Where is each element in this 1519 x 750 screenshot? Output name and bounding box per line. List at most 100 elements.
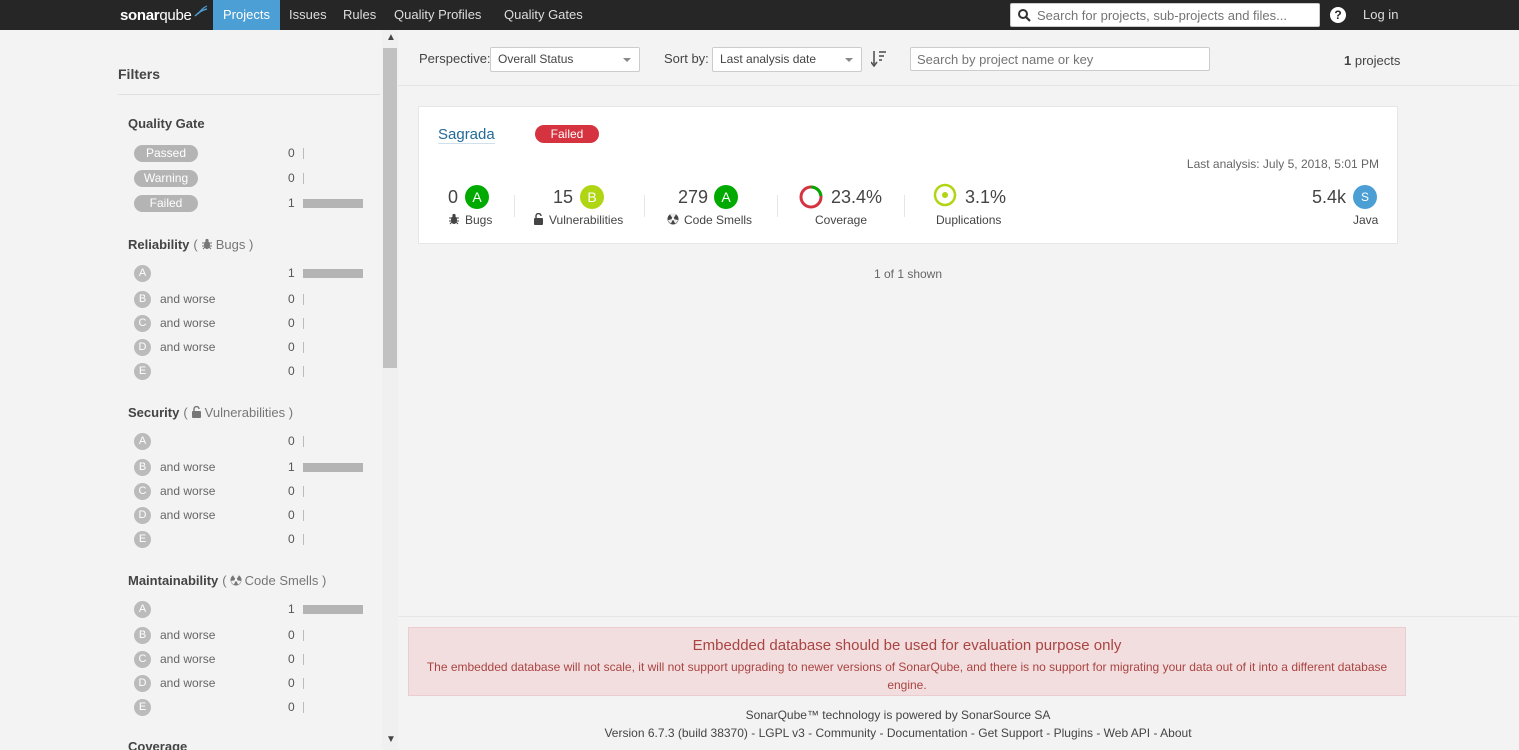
sort-select[interactable]: Last analysis date bbox=[712, 47, 862, 72]
footer-link-support[interactable]: Get Support bbox=[978, 726, 1043, 740]
rating-suffix: and worse bbox=[160, 628, 216, 642]
facet-row-warning[interactable]: Warning 0 bbox=[128, 170, 368, 188]
facet-bar bbox=[303, 199, 363, 208]
login-link[interactable]: Log in bbox=[1363, 0, 1398, 30]
code-smells-measure[interactable]: 279 A Code Smells bbox=[667, 185, 767, 229]
duplications-measure[interactable]: 3.1% Duplications bbox=[933, 183, 1033, 229]
facet-quality-gate-title[interactable]: Quality Gate bbox=[128, 116, 205, 131]
vulnerabilities-value: 15 bbox=[553, 187, 574, 207]
facet-row-rating[interactable]: D and worse 0 bbox=[128, 507, 368, 525]
help-icon[interactable]: ? bbox=[1330, 7, 1346, 23]
bugs-rating: A bbox=[465, 185, 489, 209]
facet-row-rating[interactable]: A 0 bbox=[128, 433, 368, 451]
facet-count: 0 bbox=[288, 364, 295, 378]
facet-subtitle-text: Vulnerabilities bbox=[204, 405, 286, 420]
rating-badge: E bbox=[134, 363, 151, 380]
facet-row-rating[interactable]: A 1 bbox=[128, 265, 368, 283]
facet-coverage-title[interactable]: Coverage bbox=[128, 739, 187, 750]
facet-row-rating[interactable]: E 0 bbox=[128, 699, 368, 717]
global-search-box[interactable] bbox=[1010, 3, 1320, 27]
vulnerabilities-measure[interactable]: 15 B Vulnerabilities bbox=[533, 185, 633, 229]
nav-projects[interactable]: Projects bbox=[213, 0, 280, 30]
facet-bar bbox=[303, 654, 304, 665]
rating-badge: B bbox=[134, 459, 151, 476]
facet-reliability-title[interactable]: Reliability(Bugs ) bbox=[128, 237, 253, 252]
sonarsource-link[interactable]: SonarSource SA bbox=[961, 708, 1050, 722]
facet-row-rating[interactable]: B and worse 0 bbox=[128, 627, 368, 645]
facet-bar bbox=[303, 678, 304, 689]
global-search-input[interactable] bbox=[1037, 4, 1317, 26]
sidebar-scrollbar[interactable]: ▲ ▼ bbox=[382, 30, 398, 750]
facet-row-rating[interactable]: B and worse 1 bbox=[128, 459, 368, 477]
divider bbox=[777, 195, 778, 217]
facet-bar bbox=[303, 148, 304, 159]
rating-suffix: and worse bbox=[160, 652, 216, 666]
footer-powered-by: SonarQube™ technology is powered by Sona… bbox=[398, 708, 1398, 722]
footer-link-documentation[interactable]: Documentation bbox=[887, 726, 968, 740]
footer-links: Version 6.7.3 (build 38370) - LGPL v3 - … bbox=[604, 726, 1192, 740]
lock-icon bbox=[534, 213, 543, 225]
scrollbar-thumb[interactable] bbox=[383, 48, 397, 368]
footer-link-about[interactable]: About bbox=[1160, 726, 1191, 740]
rating-suffix: and worse bbox=[160, 484, 216, 498]
rating-suffix: and worse bbox=[160, 340, 216, 354]
facet-maintainability-title[interactable]: Maintainability(Code Smells ) bbox=[128, 573, 326, 588]
nav-issues[interactable]: Issues bbox=[279, 0, 337, 30]
vulnerabilities-rating: B bbox=[580, 185, 604, 209]
footer-link-web-api[interactable]: Web API bbox=[1104, 726, 1150, 740]
facet-row-rating[interactable]: C and worse 0 bbox=[128, 315, 368, 333]
projects-toolbar: Perspective: Overall Status Sort by: Las… bbox=[398, 30, 1519, 86]
project-name-link[interactable]: Sagrada bbox=[438, 126, 495, 144]
facet-row-rating[interactable]: C and worse 0 bbox=[128, 651, 368, 669]
scroll-up-arrow-icon[interactable]: ▲ bbox=[386, 32, 396, 43]
scroll-down-arrow-icon[interactable]: ▼ bbox=[386, 734, 396, 745]
rating-badge: D bbox=[134, 675, 151, 692]
facet-row-rating[interactable]: C and worse 0 bbox=[128, 483, 368, 501]
facet-title-text: Maintainability bbox=[128, 573, 219, 588]
rating-badge: B bbox=[134, 627, 151, 644]
nav-quality-gates[interactable]: Quality Gates bbox=[494, 0, 593, 30]
facet-row-rating[interactable]: E 0 bbox=[128, 531, 368, 549]
facet-row-rating[interactable]: E 0 bbox=[128, 363, 368, 381]
facet-bar bbox=[303, 294, 304, 305]
rating-badge: E bbox=[134, 531, 151, 548]
bug-icon bbox=[201, 238, 212, 250]
facet-security-title[interactable]: Security(Vulnerabilities ) bbox=[128, 405, 293, 420]
code-smell-icon bbox=[230, 574, 242, 586]
footer-link-plugins[interactable]: Plugins bbox=[1054, 726, 1093, 740]
rating-badge: E bbox=[134, 699, 151, 716]
coverage-label: Coverage bbox=[815, 213, 868, 227]
facet-count: 0 bbox=[288, 652, 295, 666]
chevron-down-icon bbox=[623, 58, 631, 62]
size-measure[interactable]: 5.4k S Java bbox=[1299, 185, 1389, 229]
quality-gate-badge: Failed bbox=[535, 125, 599, 143]
facet-count: 0 bbox=[288, 340, 295, 354]
facet-row-passed[interactable]: Passed 0 bbox=[128, 145, 368, 163]
footer-version: Version 6.7.3 (build 38370) bbox=[604, 726, 748, 740]
duplications-value: 3.1% bbox=[965, 187, 1007, 207]
footer-link-license[interactable]: LGPL v3 bbox=[759, 726, 805, 740]
facet-row-rating[interactable]: D and worse 0 bbox=[128, 339, 368, 357]
divider bbox=[398, 616, 1519, 617]
nav-rules[interactable]: Rules bbox=[333, 0, 386, 30]
duplications-label: Duplications bbox=[936, 213, 1002, 227]
coverage-measure[interactable]: 23.4% Coverage bbox=[799, 185, 899, 229]
rating-suffix: and worse bbox=[160, 508, 216, 522]
sort-order-icon[interactable] bbox=[871, 50, 887, 67]
facet-row-rating[interactable]: A 1 bbox=[128, 601, 368, 619]
facet-subtitle: (Bugs ) bbox=[193, 237, 254, 252]
bugs-measure[interactable]: 0 A Bugs bbox=[447, 185, 517, 229]
facet-row-failed[interactable]: Failed 1 bbox=[128, 195, 368, 213]
projects-count-number: 1 bbox=[1344, 53, 1352, 68]
facet-row-rating[interactable]: D and worse 0 bbox=[128, 675, 368, 693]
rating-badge: D bbox=[134, 339, 151, 356]
facet-subtitle: (Code Smells ) bbox=[222, 573, 327, 588]
logo-text-bold: sonar bbox=[120, 6, 160, 24]
nav-quality-profiles[interactable]: Quality Profiles bbox=[384, 0, 491, 30]
footer-link-community[interactable]: Community bbox=[816, 726, 877, 740]
facet-count: 1 bbox=[288, 602, 295, 616]
sonarqube-logo[interactable]: sonar qube bbox=[120, 5, 208, 25]
facet-row-rating[interactable]: B and worse 0 bbox=[128, 291, 368, 309]
perspective-select[interactable]: Overall Status bbox=[490, 47, 640, 72]
project-search-input[interactable] bbox=[910, 47, 1210, 71]
